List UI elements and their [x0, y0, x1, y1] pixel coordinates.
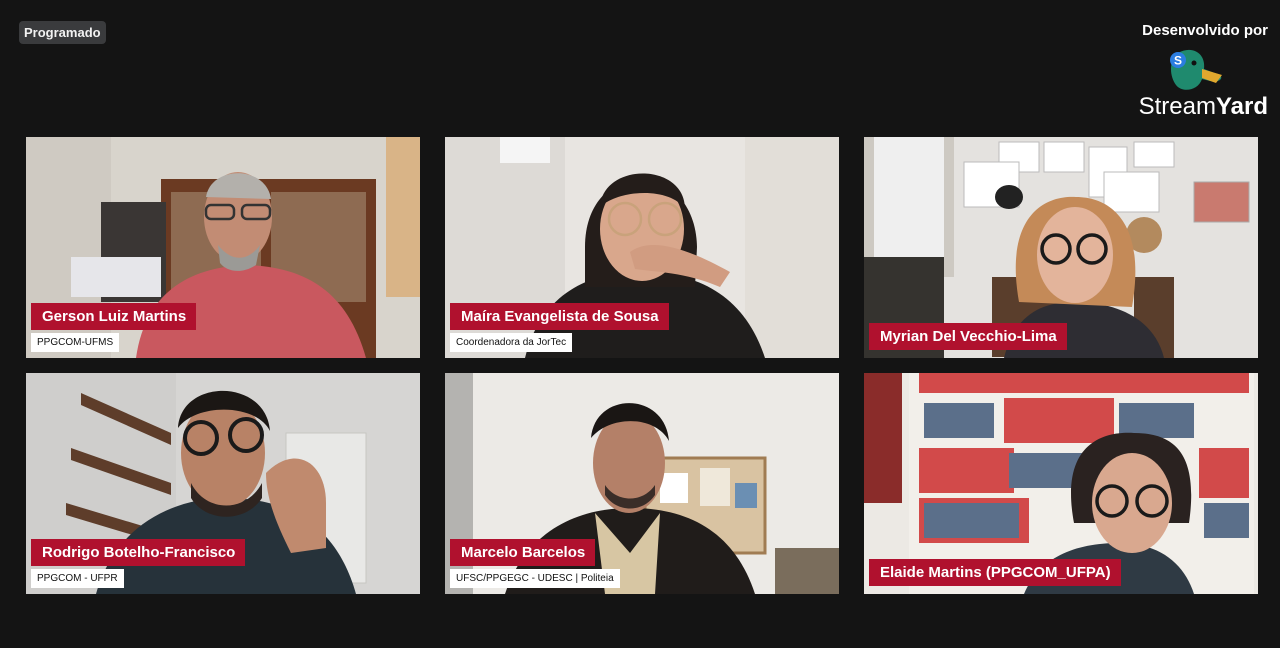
participant-affiliation: PPGCOM-UFMS: [31, 333, 120, 352]
participant-name: Marcelo Barcelos: [450, 539, 596, 566]
duck-logo-icon: S: [1170, 49, 1222, 90]
logo-letter: S: [1174, 54, 1182, 68]
participant-tile[interactable]: Rodrigo Botelho-Francisco PPGCOM - UFPR: [26, 373, 420, 594]
brand-name: StreamYard: [1138, 93, 1268, 120]
participant-affiliation: Coordenadora da JorTec: [450, 333, 573, 352]
participant-name: Gerson Luiz Martins: [31, 303, 197, 330]
participant-tile[interactable]: Myrian Del Vecchio-Lima: [864, 137, 1258, 358]
streamyard-branding: Desenvolvido por S StreamYard: [1118, 22, 1268, 121]
participant-name: Elaide Martins (PPGCOM_UFPA): [869, 559, 1121, 586]
participant-tile[interactable]: Gerson Luiz Martins PPGCOM-UFMS: [26, 137, 420, 358]
participant-name: Maíra Evangelista de Sousa: [450, 303, 669, 330]
participant-name: Rodrigo Botelho-Francisco: [31, 539, 246, 566]
participant-tile[interactable]: Elaide Martins (PPGCOM_UFPA): [864, 373, 1258, 594]
status-badge: Programado: [19, 21, 106, 44]
participant-tile[interactable]: Maíra Evangelista de Sousa Coordenadora …: [445, 137, 839, 358]
participant-tile[interactable]: Marcelo Barcelos UFSC/PPGEGC - UDESC | P…: [445, 373, 839, 594]
participant-name: Myrian Del Vecchio-Lima: [869, 323, 1067, 350]
participant-affiliation: UFSC/PPGEGC - UDESC | Politeia: [450, 569, 620, 588]
developed-by-label: Desenvolvido por: [1142, 22, 1268, 39]
participant-affiliation: PPGCOM - UFPR: [31, 569, 124, 588]
